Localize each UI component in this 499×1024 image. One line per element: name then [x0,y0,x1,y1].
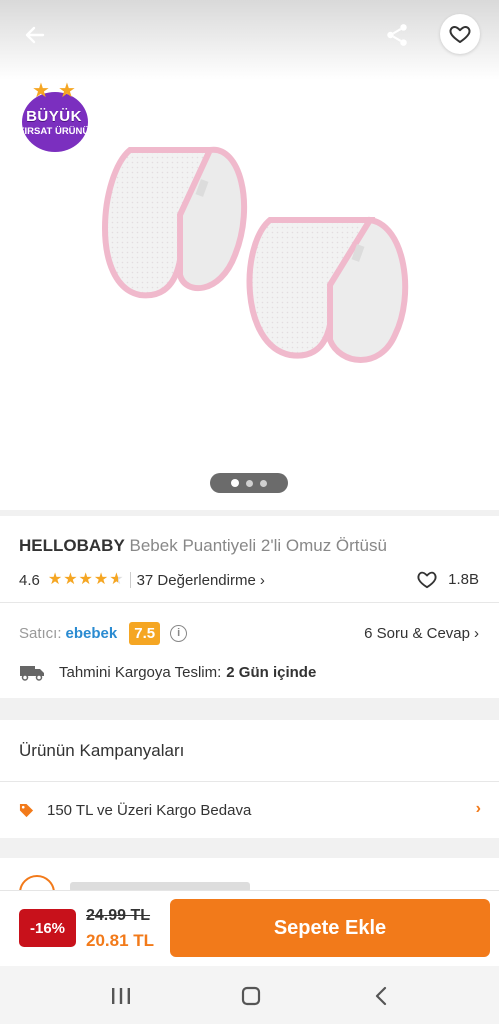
back-nav-button[interactable] [367,982,395,1010]
home-icon [241,986,261,1006]
product-gallery[interactable]: ★ ★ BÜYÜK FIRSAT ÜRÜNÜ [0,0,499,510]
chevron-right-icon: › [474,624,479,642]
chevron-right-icon: › [259,571,265,589]
product-info-card: HELLOBABY Bebek Puantiyeli 2'li Omuz Ört… [0,516,499,698]
truck-icon [20,666,44,681]
star-icon: ★ [63,571,78,588]
home-button[interactable] [237,982,265,1010]
qa-label: 6 Soru & Cevap [364,624,470,642]
star-icon: ★ [93,571,109,588]
likes-counter[interactable]: 1.8B [416,569,479,589]
carousel-dot[interactable] [246,479,253,487]
likes-count: 1.8B [448,570,479,588]
divider [129,572,131,588]
discount-badge: -16% [19,909,76,947]
heart-icon [449,26,471,43]
star-icon: ★ [109,571,124,588]
star-icon: ★ [47,571,63,588]
star-icon: ★ [58,80,76,102]
back-button[interactable] [18,18,52,52]
rating-stars: ★ ★ ★ ★ ★ [48,572,124,588]
divider [0,781,499,782]
add-to-cart-button[interactable]: Sepete Ekle [170,899,490,957]
current-price: 20.81 TL [86,931,155,950]
share-icon [387,24,407,46]
carousel-indicator[interactable] [210,473,288,493]
heart-icon [417,571,437,589]
header-gradient [0,0,499,80]
badge-line1: BÜYÜK [26,108,82,125]
system-navigation-bar [0,966,499,1024]
campaigns-title: Ürünün Kampanyaları [19,741,185,760]
divider [0,602,499,603]
delivery-label: Tahmini Kargoya Teslim: [59,663,222,681]
badge-line2: FIRSAT ÜRÜNÜ [18,126,90,137]
recent-apps-button[interactable] [107,982,135,1010]
carousel-dot[interactable] [231,479,239,487]
share-button[interactable] [380,18,414,52]
rating-value: 4.6 [19,571,40,589]
product-title: HELLOBABY Bebek Puantiyeli 2'li Omuz Ört… [19,536,387,556]
old-price: 24.99 TL [86,907,151,924]
cloth-left [102,146,248,299]
chevron-right-icon: › [475,800,481,817]
tag-icon [19,803,34,817]
star-icon: ★ [78,571,93,588]
product-image [102,146,409,363]
chevron-left-icon [375,986,387,1006]
campaign-label: 150 TL ve Üzeri Kargo Bedava [47,801,252,819]
reviews-link[interactable]: 37 Değerlendirme › [137,572,265,589]
favorite-button[interactable] [440,14,480,54]
campaign-item[interactable]: 150 TL ve Üzeri Kargo Bedava › [19,798,481,822]
delivery-row: Tahmini Kargoya Teslim: 2 Gün içinde [19,661,316,683]
seller-label: Satıcı: [19,624,62,642]
info-icon[interactable]: i [170,624,188,642]
arrow-left-icon [25,26,45,44]
purchase-bar: -16% 24.99 TL 20.81 TL Sepete Ekle [0,890,499,966]
seller-link[interactable]: ebebek [66,625,118,642]
qa-link[interactable]: 6 Soru & Cevap › [364,621,479,645]
cloth-right [246,216,409,363]
product-brand[interactable]: HELLOBABY [19,536,125,555]
seller-score-badge: 7.5 [129,621,161,645]
seller-row: Satıcı: ebebek 7.5 i 6 Soru & Cevap › [19,621,479,645]
recent-apps-icon [112,988,130,1004]
big-deal-badge: ★ ★ BÜYÜK FIRSAT ÜRÜNÜ [12,80,96,154]
reviews-label: 37 Değerlendirme [136,571,256,589]
delivery-value: 2 Gün içinde [226,663,317,681]
star-icon: ★ [32,80,50,102]
rating-row: 4.6 ★ ★ ★ ★ ★ 37 Değerlendirme › 1.8B [19,569,479,591]
campaigns-card: Ürünün Kampanyaları 150 TL ve Üzeri Karg… [0,720,499,838]
carousel-dot[interactable] [260,479,267,487]
product-name: Bebek Puantiyeli 2'li Omuz Örtüsü [129,536,387,555]
